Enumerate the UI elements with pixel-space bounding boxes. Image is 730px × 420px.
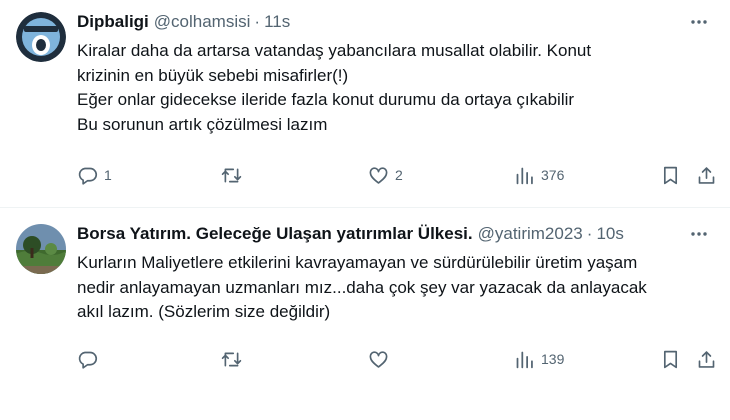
tweet-text-line: Eğer onlar gidecekse ileride fazla konut… [77, 90, 575, 109]
tweet-header: Dipbaligi @colhamsisi · 11s [77, 10, 716, 34]
more-horizontal-icon [691, 232, 707, 236]
more-options-button[interactable] [682, 10, 716, 34]
avatar[interactable] [16, 12, 66, 62]
reply-count: 1 [104, 167, 112, 183]
bookmark-icon [663, 166, 678, 184]
author-handle[interactable]: @colhamsisi [154, 12, 251, 32]
author-name[interactable]: Borsa Yatırım. Geleceğe Ulaşan yatırımla… [77, 224, 473, 244]
tweet-text: Kurların Maliyetlere etkilerini kavrayam… [77, 251, 716, 325]
share-icon [698, 350, 715, 368]
share-button[interactable] [696, 345, 717, 373]
timestamp[interactable]: 10s [596, 224, 623, 244]
tweet-text-line: akıl lazım. (Sözlerim size değildir) [77, 302, 331, 321]
retweet-icon [221, 168, 242, 182]
like-count: 2 [395, 167, 403, 183]
tweet-actions: 139 [0, 345, 730, 373]
reply-button[interactable]: 1 [77, 161, 112, 189]
tweet-header: Borsa Yatırım. Geleceğe Ulaşan yatırımla… [77, 222, 716, 246]
tweet[interactable]: Dipbaligi @colhamsisi · 11s Kiralar daha… [0, 0, 730, 208]
bookmark-button[interactable] [660, 161, 681, 189]
like-button[interactable]: 2 [368, 161, 403, 189]
views-button[interactable]: 376 [514, 161, 564, 189]
reply-icon [78, 167, 98, 185]
more-options-button[interactable] [682, 222, 716, 246]
retweet-button[interactable] [221, 161, 248, 189]
tweet-text-line: Kiralar daha da artarsa vatandaş yabancı… [77, 41, 592, 60]
tweet-text-line: krizinin en büyük sebebi misafirler(!) [77, 65, 349, 85]
tweet-text-line: nedir anlayamayan uzmanları mız...daha ç… [77, 277, 647, 297]
timestamp[interactable]: 11s [264, 12, 290, 32]
more-horizontal-icon [691, 20, 707, 24]
tweet-text-line: Bu sorunun artık çözülmesi lazım [77, 114, 328, 134]
share-icon [698, 166, 715, 184]
bookmark-icon [663, 350, 678, 368]
tweet-actions: 1 2 376 [0, 161, 730, 189]
views-bar-icon [516, 351, 533, 368]
reply-button[interactable] [77, 345, 104, 373]
author-handle[interactable]: @yatirim2023 [478, 224, 583, 244]
views-count: 139 [541, 351, 565, 367]
views-button[interactable]: 139 [514, 345, 564, 373]
retweet-button[interactable] [221, 345, 248, 373]
like-button[interactable] [368, 345, 395, 373]
tweet-text: Kiralar daha da artarsa vatandaş yabancı… [77, 39, 716, 137]
heart-icon [369, 350, 388, 368]
retweet-icon [221, 352, 242, 366]
avatar[interactable] [16, 224, 66, 274]
views-bar-icon [516, 167, 533, 184]
tweet-text-line: Kurların Maliyetlere etkilerini kavrayam… [77, 253, 638, 272]
reply-icon [78, 351, 98, 369]
separator-dot: · [254, 12, 261, 31]
share-button[interactable] [696, 161, 717, 189]
separator-dot: · [586, 224, 593, 243]
author-name[interactable]: Dipbaligi [77, 12, 149, 32]
tweet[interactable]: Borsa Yatırım. Geleceğe Ulaşan yatırımla… [0, 208, 730, 420]
views-count: 376 [541, 167, 565, 183]
heart-icon [369, 166, 388, 184]
bookmark-button[interactable] [660, 345, 681, 373]
